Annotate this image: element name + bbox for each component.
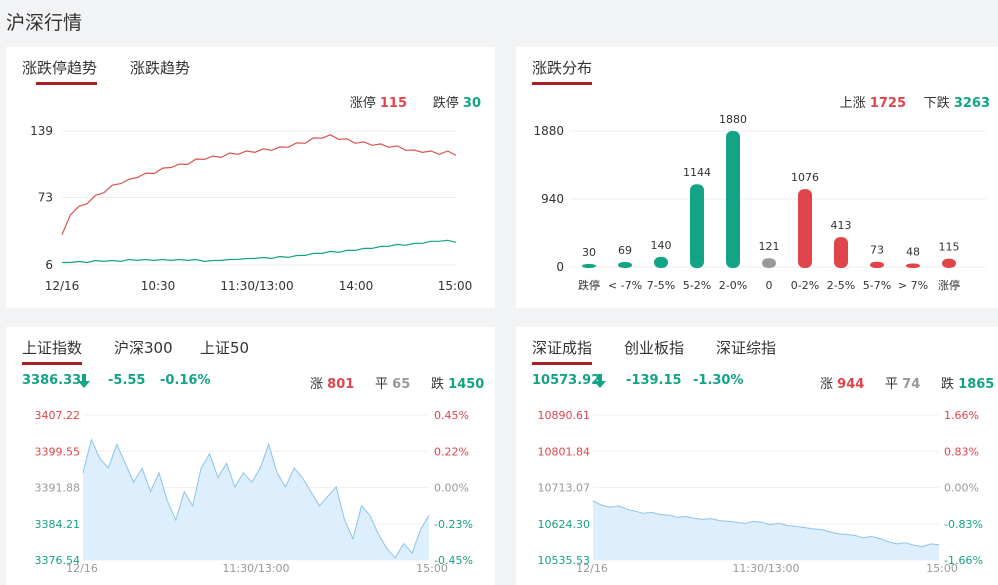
distribution-bar	[690, 184, 704, 268]
category-label: 2-5%	[827, 279, 855, 292]
price-tick-label: 3399.55	[35, 445, 81, 458]
distribution-chart: 1880 940 0 30 跌停 69 < -7% 140 7-5% 1144 5-2% 1880 2-…	[533, 113, 986, 292]
distribution-bar	[726, 131, 740, 268]
category-label: 5-7%	[863, 279, 891, 292]
pct-tick-label: 0.83%	[944, 445, 979, 458]
x-tick-label: 11:30/13:00	[222, 562, 289, 575]
price-tick-label: 10624.30	[538, 518, 591, 531]
x-tick-label: 11:30/13:00	[220, 279, 293, 293]
bar-value-label: 48	[906, 246, 920, 259]
price-tick-label: 3391.88	[35, 482, 81, 495]
pct-tick-label: 0.00%	[944, 482, 979, 495]
pct-tick-label: 0.00%	[434, 482, 469, 495]
category-label: 2-0%	[719, 279, 747, 292]
sh-index-panel: 上证指数 沪深300 上证50 3386.33 -5.55 -0.16% 涨 8…	[6, 327, 495, 585]
sz-index-chart: 10890.61 1.66% 10801.84 0.83% 10713.07 0.00% 1…	[538, 409, 983, 575]
distribution-bar	[834, 237, 848, 268]
category-label: 7-5%	[647, 279, 675, 292]
pct-tick-label: 0.45%	[434, 409, 469, 422]
y-tick-label: 1880	[533, 124, 564, 138]
y-tick-label: 6	[45, 258, 53, 272]
pct-tick-label: 0.22%	[434, 445, 469, 458]
distribution-bar	[942, 258, 956, 268]
index-area-fill	[593, 501, 939, 560]
limit-trend-chart: 139 73 6 12/16 10:30 11:30/13:00 14:00 15:00	[30, 124, 473, 293]
distribution-bar	[870, 261, 884, 268]
y-tick-label: 139	[30, 124, 53, 138]
distribution-bar	[762, 258, 776, 268]
x-tick-label: 15:00	[438, 279, 473, 293]
distribution-bar	[618, 262, 632, 268]
y-tick-label: 0	[556, 260, 564, 274]
y-tick-label: 940	[541, 192, 564, 206]
limit-up-line	[61, 134, 457, 235]
category-label: 0	[766, 279, 773, 292]
bar-value-label: 69	[618, 244, 632, 257]
y-tick-label: 73	[38, 190, 53, 204]
bar-value-label: 1076	[791, 171, 819, 184]
page-title: 沪深行情	[6, 12, 83, 34]
category-label: 0-2%	[791, 279, 819, 292]
x-tick-label: 11:30/13:00	[732, 562, 799, 575]
x-tick-label: 12/16	[576, 562, 608, 575]
category-label: < -7%	[608, 279, 642, 292]
bar-value-label: 1144	[683, 166, 711, 179]
bar-value-label: 413	[831, 219, 852, 232]
category-label: 涨停	[938, 278, 960, 292]
price-tick-label: 10801.84	[538, 445, 591, 458]
bar-value-label: 140	[651, 239, 672, 252]
bar-value-label: 73	[870, 244, 884, 257]
distribution-panel: 涨跌分布 上涨 1725 下跌 3263 1880 940 0 30 跌停 69 < -7%…	[516, 47, 998, 308]
bar-value-label: 1880	[719, 113, 747, 126]
price-tick-label: 3384.21	[35, 518, 81, 531]
pct-tick-label: -0.23%	[434, 518, 473, 531]
limit-down-line	[62, 239, 457, 264]
pct-tick-label: -0.83%	[944, 518, 983, 531]
x-tick-label: 12/16	[66, 562, 98, 575]
bar-value-label: 121	[759, 240, 780, 253]
limit-trend-panel: 涨跌停趋势 涨跌趋势 涨停 115 跌停 30 139 73 6 12/16 10:30…	[6, 47, 495, 308]
sz-index-panel: 深证成指 创业板指 深证综指 10573.92 -139.15 -1.30% 涨…	[516, 327, 998, 585]
x-tick-label: 15:00	[926, 562, 958, 575]
x-tick-label: 15:00	[416, 562, 448, 575]
price-tick-label: 10890.61	[538, 409, 591, 422]
x-tick-label: 14:00	[339, 279, 374, 293]
distribution-bar	[906, 263, 920, 268]
distribution-bar	[582, 264, 596, 268]
bar-value-label: 115	[939, 241, 960, 254]
pct-tick-label: 1.66%	[944, 409, 979, 422]
bar-value-label: 30	[582, 246, 596, 259]
index-area-fill	[83, 439, 429, 560]
distribution-bar	[798, 189, 812, 268]
category-label: 跌停	[578, 278, 600, 292]
category-label: > 7%	[898, 279, 928, 292]
x-tick-label: 12/16	[45, 279, 80, 293]
price-tick-label: 3407.22	[35, 409, 81, 422]
sh-index-chart: 3407.22 0.45% 3399.55 0.22% 3391.88 0.00% 3384…	[35, 409, 473, 575]
distribution-bar	[654, 256, 668, 268]
category-label: 5-2%	[683, 279, 711, 292]
x-tick-label: 10:30	[141, 279, 176, 293]
price-tick-label: 10713.07	[538, 482, 591, 495]
